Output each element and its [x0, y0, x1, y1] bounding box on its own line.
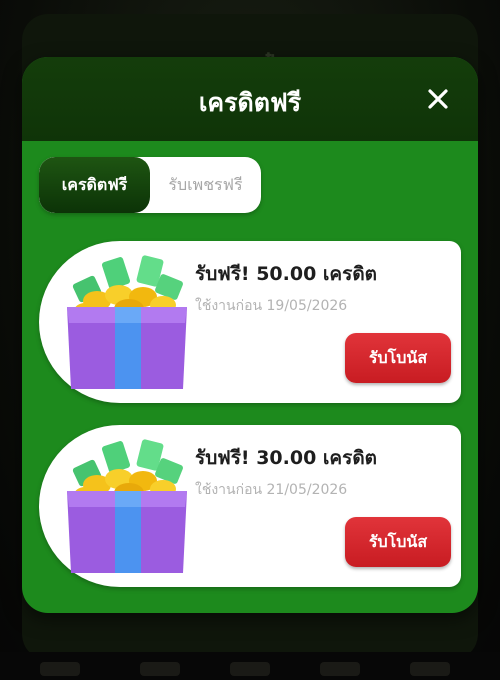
- claim-bonus-button[interactable]: รับโบนัส: [345, 333, 451, 383]
- bonus-card: รับฟรี! 30.00 เครดิต ใช้งานก่อน 21/05/20…: [39, 425, 461, 587]
- close-icon[interactable]: [424, 85, 452, 113]
- card-expiry-date: ใช้งานก่อน 21/05/2026: [195, 482, 348, 498]
- tab-free-credit[interactable]: เครดิตฟรี: [39, 157, 150, 213]
- free-credit-modal: เครดิตฟรี รับเพชรฟรี เครดิตฟรี รับฟรี! 5…: [22, 57, 478, 613]
- bottom-nav-background: [0, 652, 500, 680]
- bonus-card: รับฟรี! 50.00 เครดิต ใช้งานก่อน 19/05/20…: [39, 241, 461, 403]
- gift-box-icon: [67, 439, 187, 573]
- modal-title: เครดิตฟรี: [198, 88, 302, 117]
- modal-header: เครดิตฟรี: [22, 57, 478, 141]
- tab-bar: รับเพชรฟรี เครดิตฟรี: [39, 157, 261, 213]
- card-title: รับฟรี! 30.00 เครดิต: [195, 447, 378, 469]
- tab-free-diamonds[interactable]: รับเพชรฟรี: [150, 157, 261, 213]
- claim-bonus-button[interactable]: รับโบนัส: [345, 517, 451, 567]
- card-title: รับฟรี! 50.00 เครดิต: [195, 263, 378, 285]
- gift-box-icon: [67, 255, 187, 389]
- card-expiry-date: ใช้งานก่อน 19/05/2026: [195, 298, 348, 314]
